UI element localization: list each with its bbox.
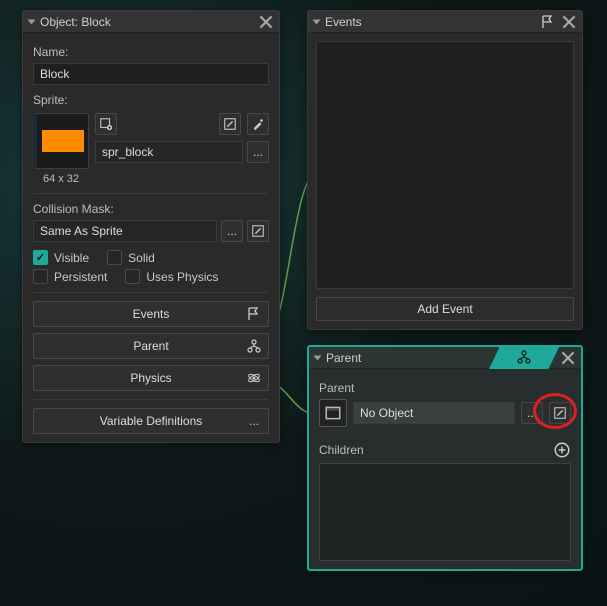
uses-physics-checkbox[interactable]: Uses Physics <box>125 269 218 284</box>
children-list[interactable] <box>319 463 571 561</box>
persistent-label: Persistent <box>54 270 107 284</box>
ellipsis-icon: ... <box>246 413 262 429</box>
events-list[interactable] <box>316 41 574 289</box>
object-title: Object: Block <box>40 15 253 29</box>
visible-label: Visible <box>54 251 89 265</box>
events-button[interactable]: Events <box>33 301 269 327</box>
parent-browse-button[interactable]: ... <box>521 402 543 424</box>
paint-sprite-button[interactable] <box>247 113 269 135</box>
physics-button[interactable]: Physics <box>33 365 269 391</box>
solid-label: Solid <box>128 251 155 265</box>
events-title: Events <box>325 15 534 29</box>
object-titlebar: Object: Block <box>23 11 279 33</box>
collision-edit-button[interactable] <box>247 220 269 242</box>
edit-sprite-button[interactable] <box>219 113 241 135</box>
physics-button-label: Physics <box>130 371 171 385</box>
name-label: Name: <box>33 45 269 59</box>
events-button-label: Events <box>133 307 170 321</box>
parent-titlebar: Parent <box>309 347 581 369</box>
sprite-swatch <box>42 130 84 152</box>
uses-physics-label: Uses Physics <box>146 270 218 284</box>
solid-checkbox[interactable]: Solid <box>107 250 155 265</box>
sprite-label: Sprite: <box>33 93 269 107</box>
add-event-label: Add Event <box>417 302 472 316</box>
close-icon[interactable] <box>562 15 576 29</box>
sprite-dimensions: 64 x 32 <box>33 173 89 185</box>
hierarchy-icon <box>516 349 532 368</box>
hierarchy-icon <box>246 338 262 354</box>
close-icon[interactable] <box>561 351 575 365</box>
collision-mask-input[interactable] <box>33 220 217 242</box>
parent-label: Parent <box>319 381 571 395</box>
new-sprite-button[interactable] <box>95 113 117 135</box>
children-label: Children <box>319 443 364 457</box>
atom-icon <box>246 370 262 386</box>
flag-icon <box>540 14 556 30</box>
parent-button[interactable]: Parent <box>33 333 269 359</box>
flag-icon <box>246 306 262 322</box>
add-event-button[interactable]: Add Event <box>316 297 574 321</box>
events-titlebar: Events <box>308 11 582 33</box>
parent-object-input[interactable] <box>353 402 515 424</box>
variable-definitions-button[interactable]: Variable Definitions ... <box>33 408 269 434</box>
collapse-icon[interactable] <box>314 355 322 360</box>
persistent-checkbox[interactable]: Persistent <box>33 269 107 284</box>
collapse-icon[interactable] <box>313 19 321 24</box>
add-child-button[interactable] <box>553 441 571 459</box>
visible-checkbox[interactable]: Visible <box>33 250 89 265</box>
sprite-name-input[interactable] <box>95 141 243 163</box>
parent-edit-button[interactable] <box>549 402 571 424</box>
parent-thumbnail[interactable] <box>319 399 347 427</box>
collision-label: Collision Mask: <box>33 202 269 216</box>
name-input[interactable] <box>33 63 269 85</box>
sprite-browse-button[interactable]: ... <box>247 141 269 163</box>
parent-button-label: Parent <box>133 339 168 353</box>
collision-browse-button[interactable]: ... <box>221 220 243 242</box>
vardefs-button-label: Variable Definitions <box>100 414 203 428</box>
sprite-preview[interactable] <box>33 113 89 169</box>
close-icon[interactable] <box>259 15 273 29</box>
collapse-icon[interactable] <box>28 19 36 24</box>
accent-swoosh <box>489 347 559 369</box>
